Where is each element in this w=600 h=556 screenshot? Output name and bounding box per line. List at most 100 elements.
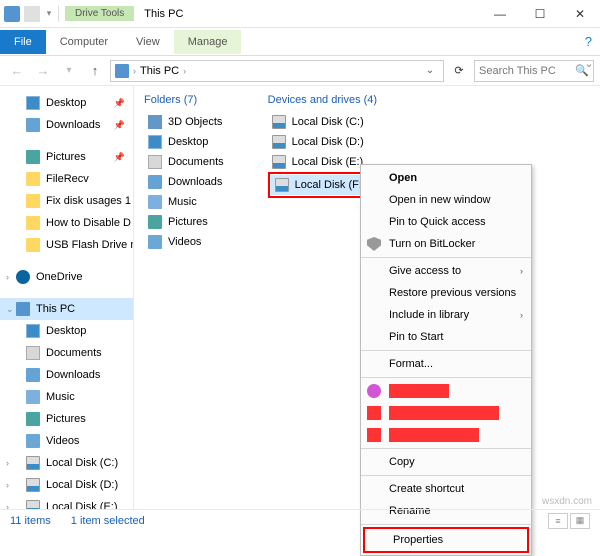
sidebar-item-drive-c[interactable]: ›Local Disk (C:) [0, 452, 133, 474]
drive-icon [272, 115, 286, 129]
shield-icon [367, 237, 381, 251]
qat-dropdown-icon[interactable]: ▾ [44, 6, 54, 22]
sidebar-item-how-to[interactable]: How to Disable D [0, 212, 133, 234]
contextual-tab-label: Drive Tools [65, 6, 134, 21]
sidebar-item-music[interactable]: Music [0, 386, 133, 408]
folder-item[interactable]: Music [144, 192, 228, 212]
section-folders-header[interactable]: Folders (7) [144, 94, 228, 106]
search-input[interactable]: Search This PC 🔍 [474, 60, 594, 82]
drive-icon [272, 135, 286, 149]
separator [58, 6, 59, 22]
breadcrumb-segment[interactable]: This PC [140, 65, 179, 77]
sidebar-item-drive-e[interactable]: ›Local Disk (E:) [0, 496, 133, 509]
chevron-right-icon[interactable]: › [133, 66, 136, 76]
help-icon[interactable]: ? [585, 34, 600, 49]
folder-item[interactable]: Pictures [144, 212, 228, 232]
menu-create-shortcut[interactable]: Create shortcut [361, 478, 531, 500]
menu-pin-start[interactable]: Pin to Start [361, 326, 531, 348]
drive-icon [272, 155, 286, 169]
qat-button[interactable] [24, 6, 40, 22]
folder-item[interactable]: Desktop [144, 132, 228, 152]
folder-item[interactable]: Documents [144, 152, 228, 172]
sidebar-item-drive-d[interactable]: ›Local Disk (D:) [0, 474, 133, 496]
sidebar-item-filerecv[interactable]: FileRecv [0, 168, 133, 190]
menu-include-library[interactable]: Include in library› [361, 304, 531, 326]
sidebar-item-documents[interactable]: Documents [0, 342, 133, 364]
folder-list: 3D Objects Desktop Documents Downloads M… [144, 112, 228, 252]
thispc-icon [16, 302, 30, 316]
tab-manage[interactable]: Manage [174, 30, 242, 54]
tab-file[interactable]: File [0, 30, 46, 54]
nav-recent-dropdown[interactable]: ▾ [58, 60, 80, 82]
pin-icon: 📌 [114, 120, 125, 131]
breadcrumb[interactable]: › This PC › ⌄ [110, 60, 444, 82]
breadcrumb-dropdown-icon[interactable]: ⌄ [421, 60, 439, 82]
menu-redacted[interactable] [361, 402, 531, 424]
expand-ribbon-icon[interactable]: ⌄ [582, 56, 596, 70]
menu-open[interactable]: Open [361, 167, 531, 189]
videos-icon [148, 235, 162, 249]
sidebar-item-fix-disk[interactable]: Fix disk usages 1 [0, 190, 133, 212]
pictures-icon [148, 215, 162, 229]
minimize-button[interactable]: — [480, 0, 520, 28]
sidebar-item-downloads[interactable]: Downloads [0, 364, 133, 386]
sidebar-item-this-pc[interactable]: ⌄This PC [0, 298, 133, 320]
menu-open-new-window[interactable]: Open in new window [361, 189, 531, 211]
window-controls: — ☐ ✕ [480, 0, 600, 28]
objects-icon [148, 115, 162, 129]
folder-item[interactable]: 3D Objects [144, 112, 228, 132]
sidebar-item-usb[interactable]: USB Flash Drive n [0, 234, 133, 256]
sidebar-item-pictures[interactable]: Pictures [0, 408, 133, 430]
sidebar-item-downloads[interactable]: Downloads📌 [0, 114, 133, 136]
view-toggle: ≡ ▦ [548, 513, 590, 529]
chevron-right-icon[interactable]: › [6, 458, 9, 468]
nav-forward-button[interactable]: → [32, 60, 54, 82]
nav-back-button[interactable]: ← [6, 60, 28, 82]
maximize-button[interactable]: ☐ [520, 0, 560, 28]
menu-separator [361, 377, 531, 378]
folder-item[interactable]: Videos [144, 232, 228, 252]
menu-properties[interactable]: Properties [365, 529, 527, 551]
menu-give-access[interactable]: Give access to› [361, 260, 531, 282]
folder-item[interactable]: Downloads [144, 172, 228, 192]
close-button[interactable]: ✕ [560, 0, 600, 28]
chevron-down-icon[interactable]: ⌄ [6, 304, 14, 315]
tab-view[interactable]: View [122, 30, 174, 54]
sidebar-item-pictures[interactable]: Pictures📌 [0, 146, 133, 168]
folder-icon [26, 216, 40, 230]
drive-icon [26, 500, 40, 509]
navigation-pane[interactable]: Desktop📌 Downloads📌 Pictures📌 FileRecv F… [0, 86, 134, 509]
menu-restore-versions[interactable]: Restore previous versions [361, 282, 531, 304]
chevron-right-icon[interactable]: › [6, 502, 9, 509]
tab-computer[interactable]: Computer [46, 30, 122, 54]
folder-icon [26, 172, 40, 186]
menu-redacted[interactable] [361, 424, 531, 446]
menu-format[interactable]: Format... [361, 353, 531, 375]
sidebar-item-desktop[interactable]: Desktop [0, 320, 133, 342]
nav-up-button[interactable]: ↑ [84, 60, 106, 82]
drive-item[interactable]: Local Disk (C:) [268, 112, 377, 132]
quick-access-toolbar: ▾ [0, 6, 63, 22]
menu-redacted[interactable] [361, 380, 531, 402]
drive-item-selected[interactable]: Local Disk (F:) [271, 175, 374, 195]
drive-item[interactable]: Local Disk (D:) [268, 132, 377, 152]
music-icon [26, 390, 40, 404]
desktop-icon [26, 324, 40, 338]
refresh-button[interactable]: ⟳ [448, 60, 470, 82]
view-icons-button[interactable]: ▦ [570, 513, 590, 529]
view-details-button[interactable]: ≡ [548, 513, 568, 529]
menu-separator [361, 475, 531, 476]
chevron-right-icon[interactable]: › [6, 480, 9, 490]
watermark: wsxdn.com [542, 496, 592, 507]
sidebar-item-onedrive[interactable]: ›OneDrive [0, 266, 133, 288]
menu-pin-quick-access[interactable]: Pin to Quick access [361, 211, 531, 233]
sidebar-item-videos[interactable]: Videos [0, 430, 133, 452]
section-drives-header[interactable]: Devices and drives (4) [268, 94, 377, 106]
chevron-right-icon[interactable]: › [6, 272, 9, 282]
menu-copy[interactable]: Copy [361, 451, 531, 473]
menu-bitlocker[interactable]: Turn on BitLocker [361, 233, 531, 255]
chevron-right-icon[interactable]: › [183, 66, 186, 76]
sidebar-item-desktop[interactable]: Desktop📌 [0, 92, 133, 114]
status-bar: 11 items 1 item selected ≡ ▦ [0, 509, 600, 531]
menu-separator [361, 448, 531, 449]
